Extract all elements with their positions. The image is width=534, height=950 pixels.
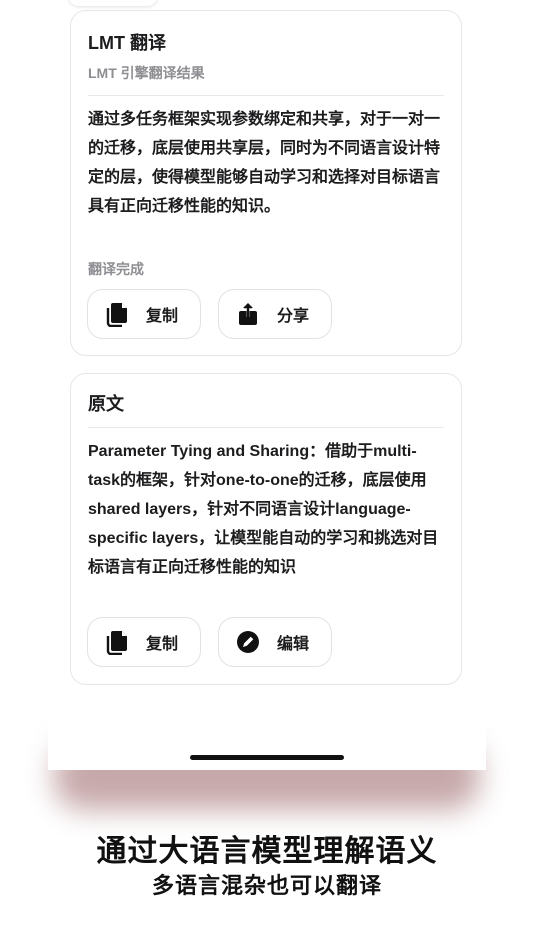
translation-text: 通过多任务框架实现参数绑定和共享，对于一对一的迁移，底层使用共享层，同时为不同语…	[88, 111, 441, 215]
share-button[interactable]: 分享	[218, 289, 332, 339]
translation-card-subtitle: LMT 引擎翻译结果	[88, 65, 205, 81]
pencil-circle-icon	[235, 629, 261, 655]
translation-card-title: LMT 翻译	[88, 33, 166, 53]
copy-icon	[104, 629, 130, 655]
copy-button-label: 复制	[146, 636, 179, 653]
source-card: 原文 Parameter Tying and Sharing：借助于multi-…	[70, 373, 462, 685]
home-indicator	[190, 755, 344, 760]
translation-status: 翻译完成	[88, 261, 144, 277]
top-partial-tab[interactable]	[68, 0, 158, 6]
copy-translation-button[interactable]: 复制	[87, 289, 201, 339]
copy-button-label: 复制	[146, 308, 179, 325]
edit-button[interactable]: 编辑	[218, 617, 332, 667]
caption-title: 通过大语言模型理解语义	[96, 835, 438, 868]
edit-button-label: 编辑	[277, 636, 310, 653]
share-button-label: 分享	[277, 308, 310, 325]
copy-source-button[interactable]: 复制	[87, 617, 201, 667]
phone-screen: LMT 翻译 LMT 引擎翻译结果 通过多任务框架实现参数绑定和共享，对于一对一…	[48, 0, 486, 770]
divider	[88, 427, 444, 428]
caption-subtitle: 多语言混杂也可以翻译	[151, 873, 382, 898]
source-text: Parameter Tying and Sharing：借助于multi-tas…	[88, 443, 439, 576]
copy-icon	[104, 301, 130, 327]
source-card-title: 原文	[88, 394, 124, 414]
share-icon	[235, 301, 261, 327]
translation-card: LMT 翻译 LMT 引擎翻译结果 通过多任务框架实现参数绑定和共享，对于一对一…	[70, 10, 462, 356]
divider	[88, 95, 444, 96]
